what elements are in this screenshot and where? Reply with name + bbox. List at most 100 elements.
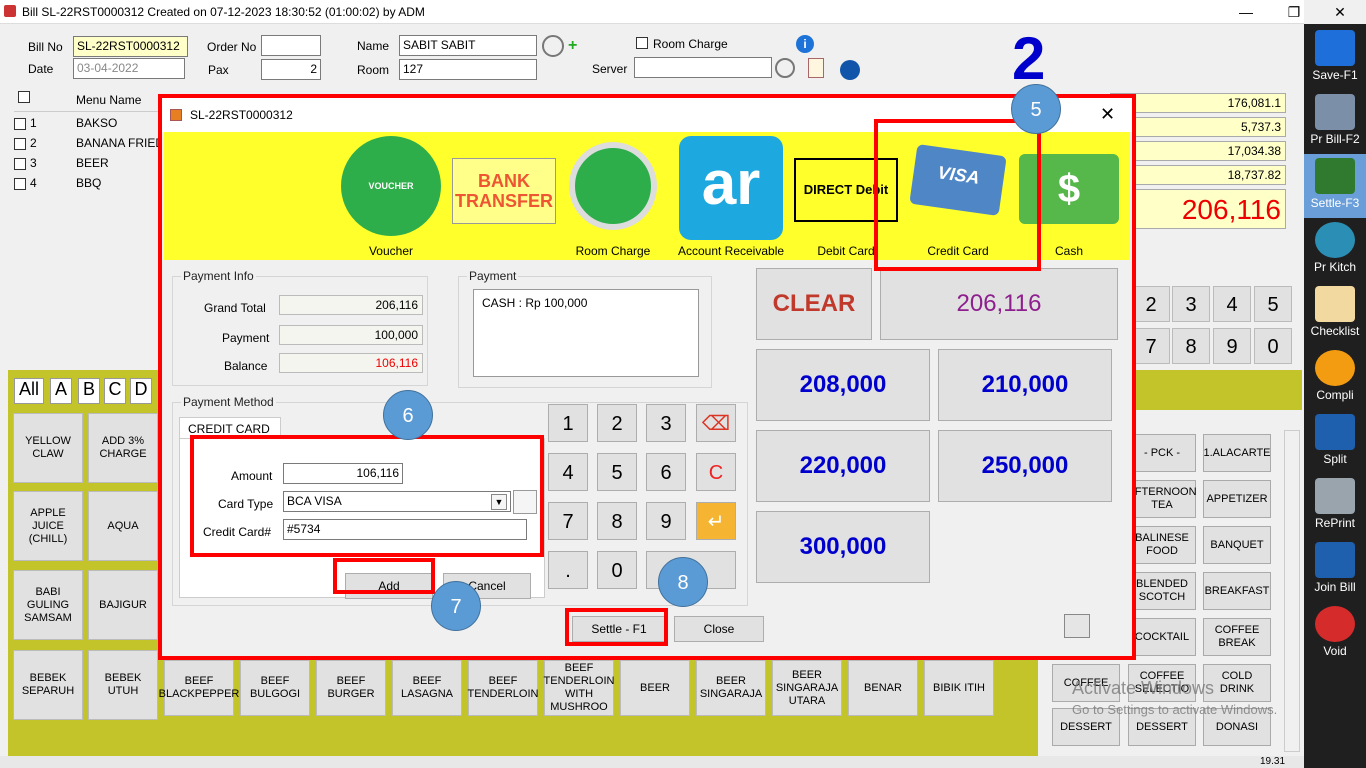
category-a[interactable]: A [50,378,72,404]
notes-icon[interactable] [808,58,824,78]
menu-tile[interactable]: BEEF TENDERLOIN [468,660,538,716]
menu-tile[interactable]: BAJIGUR [88,570,158,640]
scan-icon[interactable] [840,60,860,80]
room-charge-checkbox[interactable] [636,37,648,49]
key-9[interactable]: 9 [646,502,686,540]
key-2[interactable]: 2 [597,404,637,442]
void-button[interactable]: Void [1304,602,1366,666]
menu-tile[interactable]: ADD 3% CHARGE [88,413,158,483]
key-3[interactable]: 3 [646,404,686,442]
bg-key[interactable]: 5 [1254,286,1292,322]
enter-icon[interactable]: ↵ [696,502,736,540]
payment-listbox[interactable]: CASH : Rp 100,000 [473,289,699,377]
bg-key[interactable]: 9 [1213,328,1251,364]
row-checkbox[interactable] [14,117,26,130]
save-button[interactable]: Save-F1 [1304,26,1366,90]
bill-no-field[interactable]: SL-22RST0000312 [73,36,188,57]
category-tile[interactable]: COCKTAIL [1128,618,1196,656]
menu-tile[interactable]: BIBIK ITIH [924,660,994,716]
join-bill-button[interactable]: Join Bill [1304,538,1366,602]
menu-tile[interactable]: BEER [620,660,690,716]
close-window-button[interactable]: ✕ [1320,2,1360,22]
row-checkbox[interactable] [14,157,26,170]
category-tile[interactable]: COFFEE BREAK [1203,618,1271,656]
category-tile[interactable]: BREAKFAST [1203,572,1271,610]
quick-amount-button[interactable]: 220,000 [756,430,930,502]
bank-transfer-option[interactable]: BANK TRANSFER [450,136,558,224]
date-field[interactable]: 03-04-2022 [73,58,185,79]
order-no-field[interactable] [261,35,321,56]
category-b[interactable]: B [78,378,100,404]
menu-row[interactable]: 3 BEER [14,156,174,176]
key-dot[interactable]: . [548,551,588,589]
key-6[interactable]: 6 [646,453,686,491]
row-checkbox[interactable] [14,177,26,190]
menu-tile[interactable]: BEEF BURGER [316,660,386,716]
restore-button[interactable]: ❐ [1274,2,1314,22]
menu-tile[interactable]: AQUA [88,491,158,561]
backspace-icon[interactable]: ⌫ [696,404,736,442]
search-server-icon[interactable] [775,58,795,78]
bg-key[interactable]: 7 [1132,328,1170,364]
menu-tile[interactable]: BEEF BULGOGI [240,660,310,716]
close-button[interactable]: Close [674,616,764,642]
account-receivable-option[interactable]: ar Account Receivable [670,136,792,258]
select-all-checkbox[interactable] [18,91,30,103]
menu-tile[interactable]: BEER SINGARAJA [696,660,766,716]
checklist-button[interactable]: Checklist [1304,282,1366,346]
key-8[interactable]: 8 [597,502,637,540]
category-tile[interactable]: BANQUET [1203,526,1271,564]
menu-row[interactable]: 2 BANANA FRIED [14,136,174,156]
compli-button[interactable]: Compli [1304,346,1366,410]
category-tile[interactable]: 1.ALACARTE [1203,434,1271,472]
quick-amount-button[interactable]: 210,000 [938,349,1112,421]
settle-button[interactable]: Settle-F3 [1304,154,1366,218]
search-guest-icon[interactable] [542,35,564,57]
menu-tile[interactable]: BENAR [848,660,918,716]
bg-key[interactable]: 3 [1172,286,1210,322]
quick-amount-button[interactable]: 250,000 [938,430,1112,502]
clear-amount-button[interactable]: CLEAR [756,268,872,340]
menu-tile[interactable]: YELLOW CLAW [13,413,83,483]
dialog-close-button[interactable]: ✕ [1100,104,1115,125]
exact-amount-button[interactable]: 206,116 [880,268,1118,340]
menu-tile[interactable]: BEBEK SEPARUH [13,650,83,720]
split-button[interactable]: Split [1304,410,1366,474]
info-icon[interactable]: i [796,35,814,53]
reprint-button[interactable]: RePrint [1304,474,1366,538]
quick-amount-button[interactable]: 300,000 [756,511,930,583]
cash-drawer-icon[interactable] [1064,614,1090,638]
menu-tile[interactable]: BEEF TENDERLOIN WITH MUSHROO [544,660,614,716]
bg-key[interactable]: 8 [1172,328,1210,364]
print-kitchen-button[interactable]: Pr Kitch [1304,218,1366,282]
quick-amount-button[interactable]: 208,000 [756,349,930,421]
add-guest-icon[interactable]: + [568,38,584,54]
name-field[interactable]: SABIT SABIT [399,35,537,56]
menu-row[interactable]: 4 BBQ [14,176,174,196]
menu-row[interactable]: 1 BAKSO [14,116,174,136]
print-bill-button[interactable]: Pr Bill-F2 [1304,90,1366,154]
category-tile[interactable]: APPETIZER [1203,480,1271,518]
category-c[interactable]: C [104,378,126,404]
category-tile[interactable]: BALINESE FOOD [1128,526,1196,564]
room-field[interactable]: 127 [399,59,537,80]
bg-key[interactable]: 0 [1254,328,1292,364]
row-checkbox[interactable] [14,137,26,150]
key-1[interactable]: 1 [548,404,588,442]
payment-entry[interactable]: CASH : Rp 100,000 [482,296,587,310]
menu-tile[interactable]: BEEF LASAGNA [392,660,462,716]
minimize-button[interactable]: — [1226,2,1266,22]
key-7[interactable]: 7 [548,502,588,540]
pax-field[interactable]: 2 [261,59,321,80]
category-tile[interactable]: BLENDED SCOTCH [1128,572,1196,610]
category-all[interactable]: All [14,378,44,404]
key-5[interactable]: 5 [597,453,637,491]
bg-key[interactable]: 4 [1213,286,1251,322]
key-4[interactable]: 4 [548,453,588,491]
bg-key[interactable]: 2 [1132,286,1170,322]
menu-tile[interactable]: BEBEK UTUH [88,650,158,720]
menu-tile[interactable]: BEER SINGARAJA UTARA [772,660,842,716]
menu-tile[interactable]: BEEF BLACKPEPPER [159,660,239,716]
category-d[interactable]: D [130,378,152,404]
voucher-option[interactable]: VOUCHER Voucher [338,136,444,258]
